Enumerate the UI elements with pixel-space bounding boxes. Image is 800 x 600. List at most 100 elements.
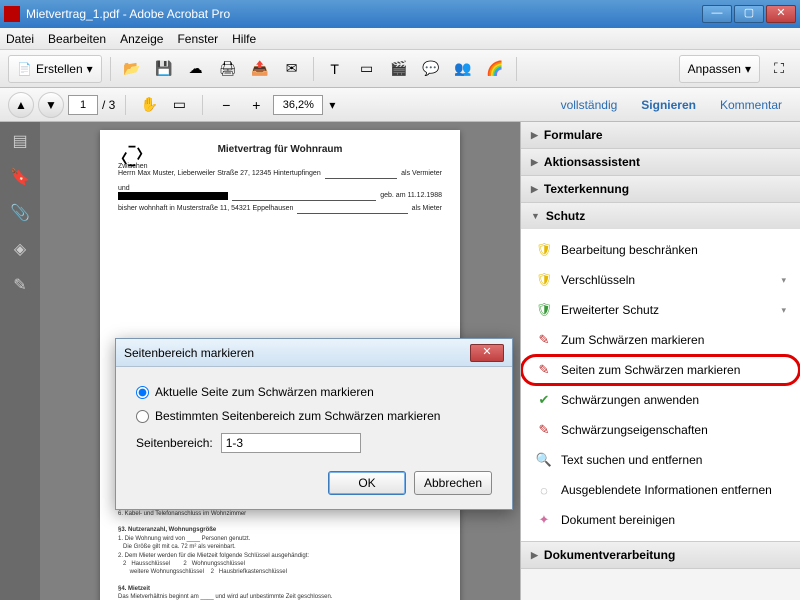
- menu-fenster[interactable]: Fenster: [177, 32, 218, 46]
- panel-dokumentverarbeitung[interactable]: ▶Dokumentverarbeitung: [521, 542, 800, 568]
- sign-link[interactable]: Signieren: [641, 98, 696, 112]
- menu-datei[interactable]: Datei: [6, 32, 34, 46]
- hand-tool[interactable]: ✋: [136, 92, 162, 118]
- zoom-input[interactable]: [273, 95, 323, 115]
- item-label: Bearbeitung beschränken: [561, 243, 698, 257]
- radio-current-page[interactable]: Aktuelle Seite zum Schwärzen markieren: [136, 385, 492, 399]
- share-button[interactable]: 👥: [450, 56, 476, 82]
- schutz-item-7[interactable]: 🔍Text suchen und entfernen: [521, 445, 800, 475]
- bookmarks-icon[interactable]: 🔖: [9, 166, 31, 188]
- page-down-button[interactable]: ▼: [38, 92, 64, 118]
- nav-toolbar: ▲ ▼ / 3 ✋ ▭ − + ▾ vollständig Signieren …: [0, 88, 800, 122]
- window-titlebar: Mietvertrag_1.pdf - Adobe Acrobat Pro — …: [0, 0, 800, 28]
- document-area: Mietvertrag für Wohnraum Zwischen Herrn …: [40, 122, 520, 600]
- panel-schutz[interactable]: ▼Schutz: [521, 203, 800, 229]
- dialog-title: Seitenbereich markieren: [124, 346, 254, 360]
- minimize-button[interactable]: —: [702, 5, 732, 23]
- item-label: Schwärzungen anwenden: [561, 393, 699, 407]
- item-icon: ✦: [535, 511, 553, 529]
- menu-bearbeiten[interactable]: Bearbeiten: [48, 32, 106, 46]
- radio-page-range[interactable]: Bestimmten Seitenbereich zum Schwärzen m…: [136, 409, 492, 423]
- item-label: Schwärzungseigenschaften: [561, 423, 708, 437]
- chevron-down-icon: ▾: [781, 275, 786, 286]
- zoom-in-button[interactable]: +: [243, 92, 269, 118]
- layers-icon[interactable]: ◈: [9, 238, 31, 260]
- schutz-item-9[interactable]: ✦ Dokument bereinigen: [521, 505, 800, 535]
- comment-link[interactable]: Kommentar: [720, 98, 782, 112]
- item-label: Erweiterter Schutz: [561, 303, 659, 317]
- schutz-item-0[interactable]: 🛡 Bearbeitung beschränken: [521, 235, 800, 265]
- edit-text-button[interactable]: T: [322, 56, 348, 82]
- cloud-button[interactable]: ☁: [183, 56, 209, 82]
- item-icon: ✎: [535, 331, 553, 349]
- schutz-item-3[interactable]: ✎ Zum Schwärzen markieren: [521, 325, 800, 355]
- main-toolbar: 📄 Erstellen ▾ 📂 💾 ☁ 🖨 📤 ✉ T ▭ 🎬 💬 👥 🌈 An…: [0, 50, 800, 88]
- chevron-down-icon: ▾: [781, 305, 786, 316]
- schutz-item-6[interactable]: ✎Schwärzungseigenschaften: [521, 415, 800, 445]
- range-label: Seitenbereich:: [136, 436, 213, 450]
- create-icon: 📄: [17, 62, 32, 76]
- window-title: Mietvertrag_1.pdf - Adobe Acrobat Pro: [26, 7, 230, 21]
- fullscreen-button[interactable]: ⛶: [766, 56, 792, 82]
- open-button[interactable]: 📂: [119, 56, 145, 82]
- item-icon: ✔: [535, 391, 553, 409]
- page-total: / 3: [102, 98, 115, 112]
- schutz-item-2[interactable]: 🛡 Erweiterter Schutz ▾: [521, 295, 800, 325]
- mark-pages-dialog: Seitenbereich markieren ✕ Aktuelle Seite…: [115, 338, 513, 510]
- doc-heading: Mietvertrag für Wohnraum: [118, 144, 442, 155]
- multimedia-button[interactable]: 🎬: [386, 56, 412, 82]
- schutz-item-8[interactable]: ◌Ausgeblendete Informationen entfernen: [521, 475, 800, 505]
- attachments-icon[interactable]: 📎: [9, 202, 31, 224]
- item-icon: 🛡: [535, 241, 553, 259]
- maximize-button[interactable]: ▢: [734, 5, 764, 23]
- comment-button[interactable]: 💬: [418, 56, 444, 82]
- chevron-down-icon: ▾: [87, 62, 93, 76]
- dialog-titlebar: Seitenbereich markieren ✕: [116, 339, 512, 367]
- item-label: Ausgeblendete Informationen entfernen: [561, 483, 772, 497]
- zoom-out-button[interactable]: −: [213, 92, 239, 118]
- cancel-button[interactable]: Abbrechen: [414, 471, 492, 495]
- schutz-item-1[interactable]: 🛡 Verschlüsseln ▾: [521, 265, 800, 295]
- item-icon: 🛡: [535, 271, 553, 289]
- app-icon: [4, 6, 20, 22]
- email-button[interactable]: ✉: [279, 56, 305, 82]
- item-icon: 🔍: [535, 451, 553, 469]
- create-button[interactable]: 📄 Erstellen ▾: [8, 55, 102, 83]
- item-icon: ✎: [535, 361, 553, 379]
- save-button[interactable]: 💾: [151, 56, 177, 82]
- schutz-item-5[interactable]: ✔ Schwärzungen anwenden: [521, 385, 800, 415]
- select-tool[interactable]: ▭: [166, 92, 192, 118]
- close-button[interactable]: ✕: [766, 5, 796, 23]
- range-input[interactable]: [221, 433, 361, 453]
- redacted-name: [118, 192, 228, 200]
- panel-formulare[interactable]: ▶Formulare: [521, 122, 800, 148]
- item-label: Dokument bereinigen: [561, 513, 675, 527]
- menu-anzeige[interactable]: Anzeige: [120, 32, 163, 46]
- thumbnails-icon[interactable]: ▤: [9, 130, 31, 152]
- item-label: Verschlüsseln: [561, 273, 635, 287]
- chevron-down-icon[interactable]: ▾: [329, 98, 335, 112]
- print-button[interactable]: 🖨: [215, 56, 241, 82]
- schutz-item-4[interactable]: ✎ Seiten zum Schwärzen markieren: [521, 355, 800, 385]
- menu-hilfe[interactable]: Hilfe: [232, 32, 256, 46]
- panel-texterkennung[interactable]: ▶Texterkennung: [521, 176, 800, 202]
- customize-button[interactable]: Anpassen ▾: [679, 55, 760, 83]
- left-sidebar: ▤ 🔖 📎 ◈ ✎: [0, 122, 40, 600]
- item-label: Seiten zum Schwärzen markieren: [561, 363, 740, 377]
- ok-button[interactable]: OK: [328, 471, 406, 495]
- color-button[interactable]: 🌈: [482, 56, 508, 82]
- menubar: Datei Bearbeiten Anzeige Fenster Hilfe: [0, 28, 800, 50]
- panel-aktionsassistent[interactable]: ▶Aktionsassistent: [521, 149, 800, 175]
- tools-panel: ▶Formulare ▶Aktionsassistent ▶Texterkenn…: [520, 122, 800, 600]
- signatures-icon[interactable]: ✎: [9, 274, 31, 296]
- export-button[interactable]: 📤: [247, 56, 273, 82]
- page-up-button[interactable]: ▲: [8, 92, 34, 118]
- item-icon: 🛡: [535, 301, 553, 319]
- form-button[interactable]: ▭: [354, 56, 380, 82]
- item-label: Zum Schwärzen markieren: [561, 333, 704, 347]
- chevron-down-icon: ▾: [745, 62, 751, 76]
- recycle-icon: [118, 142, 146, 170]
- fullwidth-link[interactable]: vollständig: [561, 98, 618, 112]
- dialog-close-button[interactable]: ✕: [470, 344, 504, 362]
- page-number-input[interactable]: [68, 95, 98, 115]
